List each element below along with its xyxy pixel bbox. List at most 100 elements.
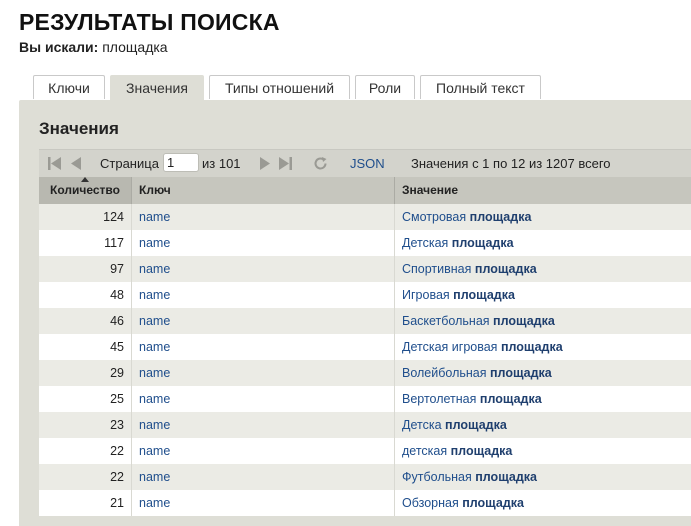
row-value-link[interactable]: Детская игровая площадка: [394, 334, 691, 360]
tab-keys[interactable]: Ключи: [33, 75, 105, 99]
row-count: 29: [110, 366, 124, 380]
column-header-count-label: Количество: [50, 183, 120, 197]
table-header: Количество Ключ Значение: [39, 177, 691, 204]
value-match-highlight: площадка: [475, 470, 537, 484]
column-header-count[interactable]: Количество: [39, 177, 131, 204]
row-key-link[interactable]: name: [131, 334, 394, 360]
value-match-highlight: площадка: [493, 314, 555, 328]
row-value-link[interactable]: детская площадка: [394, 438, 691, 464]
value-match-highlight: площадка: [462, 496, 524, 510]
table-row[interactable]: 25 name Вертолетная площадка: [39, 386, 691, 412]
table-row[interactable]: 124 name Смотровая площадка: [39, 204, 691, 230]
table-row[interactable]: 22 name детская площадка: [39, 438, 691, 464]
value-prefix: Спортивная: [402, 262, 472, 276]
table-row[interactable]: 45 name Детская игровая площадка: [39, 334, 691, 360]
value-prefix: Волейбольная: [402, 366, 487, 380]
value-match-highlight: площадка: [500, 340, 563, 354]
row-value-link[interactable]: Футбольная площадка: [394, 464, 691, 490]
row-key-link[interactable]: name: [131, 412, 394, 438]
tab-relation-types[interactable]: Типы отношений: [209, 75, 350, 99]
previous-page-icon[interactable]: [68, 156, 84, 171]
value-prefix: Вертолетная: [402, 392, 477, 406]
table-row[interactable]: 46 name Баскетбольная площадка: [39, 308, 691, 334]
value-match-highlight: площадка: [450, 444, 513, 458]
row-key-link[interactable]: name: [131, 204, 394, 230]
row-key-link[interactable]: name: [131, 438, 394, 464]
json-link[interactable]: JSON: [350, 156, 385, 171]
query-value: площадка: [102, 39, 168, 55]
table-row[interactable]: 29 name Волейбольная площадка: [39, 360, 691, 386]
results-summary: Значения с 1 по 12 из 1207 всего: [411, 156, 611, 171]
value-match-highlight: площадка: [445, 418, 507, 432]
pager-toolbar: Страница из 101 JSON Значения с 1 по 12 …: [39, 149, 691, 177]
tab-roles[interactable]: Роли: [355, 75, 415, 99]
last-page-icon[interactable]: [277, 156, 293, 171]
value-prefix: Обзорная: [402, 496, 459, 510]
row-value-link[interactable]: Обзорная площадка: [394, 490, 691, 516]
row-count: 48: [110, 288, 124, 302]
page-label: Страница: [100, 156, 159, 171]
row-key-link[interactable]: name: [131, 490, 394, 516]
table-row[interactable]: 48 name Игровая площадка: [39, 282, 691, 308]
value-prefix: Футбольная: [402, 470, 472, 484]
values-panel: Значения Страница из 101 JSON Значения с…: [19, 100, 691, 526]
row-count: 124: [103, 210, 124, 224]
row-value-link[interactable]: Смотровая площадка: [394, 204, 691, 230]
value-match-highlight: площадка: [451, 236, 514, 250]
value-match-highlight: площадка: [453, 288, 515, 302]
row-value-link[interactable]: Детска площадка: [394, 412, 691, 438]
sort-ascending-icon: [81, 177, 89, 182]
column-header-key[interactable]: Ключ: [131, 177, 394, 204]
value-prefix: Детска: [402, 418, 442, 432]
row-value-link[interactable]: Детская площадка: [394, 230, 691, 256]
tab-full-text[interactable]: Полный текст: [420, 75, 541, 99]
row-key-link[interactable]: name: [131, 360, 394, 386]
table-row[interactable]: 23 name Детска площадка: [39, 412, 691, 438]
row-count: 46: [110, 314, 124, 328]
row-key-link[interactable]: name: [131, 230, 394, 256]
page-total: из 101: [202, 156, 241, 171]
value-prefix: Детская игровая: [402, 340, 498, 354]
row-key-link[interactable]: name: [131, 308, 394, 334]
values-table: Количество Ключ Значение 124 name Смотро…: [39, 177, 691, 516]
row-count: 22: [110, 470, 124, 484]
value-prefix: Баскетбольная: [402, 314, 490, 328]
value-match-highlight: площадка: [474, 262, 537, 276]
page-title: РЕЗУЛЬТАТЫ ПОИСКА: [19, 9, 280, 35]
row-key-link[interactable]: name: [131, 282, 394, 308]
refresh-icon[interactable]: [313, 156, 329, 171]
next-page-icon[interactable]: [257, 156, 273, 171]
panel-title: Значения: [39, 119, 119, 138]
row-value-link[interactable]: Баскетбольная площадка: [394, 308, 691, 334]
page-number-input[interactable]: [163, 153, 199, 172]
table-row[interactable]: 21 name Обзорная площадка: [39, 490, 691, 516]
table-row[interactable]: 117 name Детская площадка: [39, 230, 691, 256]
row-count: 21: [110, 496, 124, 510]
value-prefix: детская: [402, 444, 448, 458]
first-page-icon[interactable]: [47, 156, 63, 171]
row-value-link[interactable]: Вертолетная площадка: [394, 386, 691, 412]
row-key-link[interactable]: name: [131, 386, 394, 412]
row-key-link[interactable]: name: [131, 256, 394, 282]
row-count: 23: [110, 418, 124, 432]
row-count: 25: [110, 392, 124, 406]
table-row[interactable]: 97 name Спортивная площадка: [39, 256, 691, 282]
row-count: 22: [110, 444, 124, 458]
value-match-highlight: площадка: [479, 392, 542, 406]
value-match-highlight: площадка: [469, 210, 532, 224]
search-query-line: Вы искали: площадка: [19, 39, 168, 55]
row-value-link[interactable]: Игровая площадка: [394, 282, 691, 308]
column-header-value[interactable]: Значение: [394, 177, 691, 204]
value-match-highlight: площадка: [490, 366, 552, 380]
row-value-link[interactable]: Волейбольная площадка: [394, 360, 691, 386]
tab-values[interactable]: Значения: [110, 75, 204, 101]
row-key-link[interactable]: name: [131, 464, 394, 490]
query-label: Вы искали:: [19, 39, 99, 55]
value-prefix: Детская: [402, 236, 449, 250]
row-count: 97: [110, 262, 124, 276]
value-prefix: Смотровая: [402, 210, 467, 224]
table-row[interactable]: 22 name Футбольная площадка: [39, 464, 691, 490]
row-count: 45: [110, 340, 124, 354]
row-value-link[interactable]: Спортивная площадка: [394, 256, 691, 282]
value-prefix: Игровая: [402, 288, 450, 302]
